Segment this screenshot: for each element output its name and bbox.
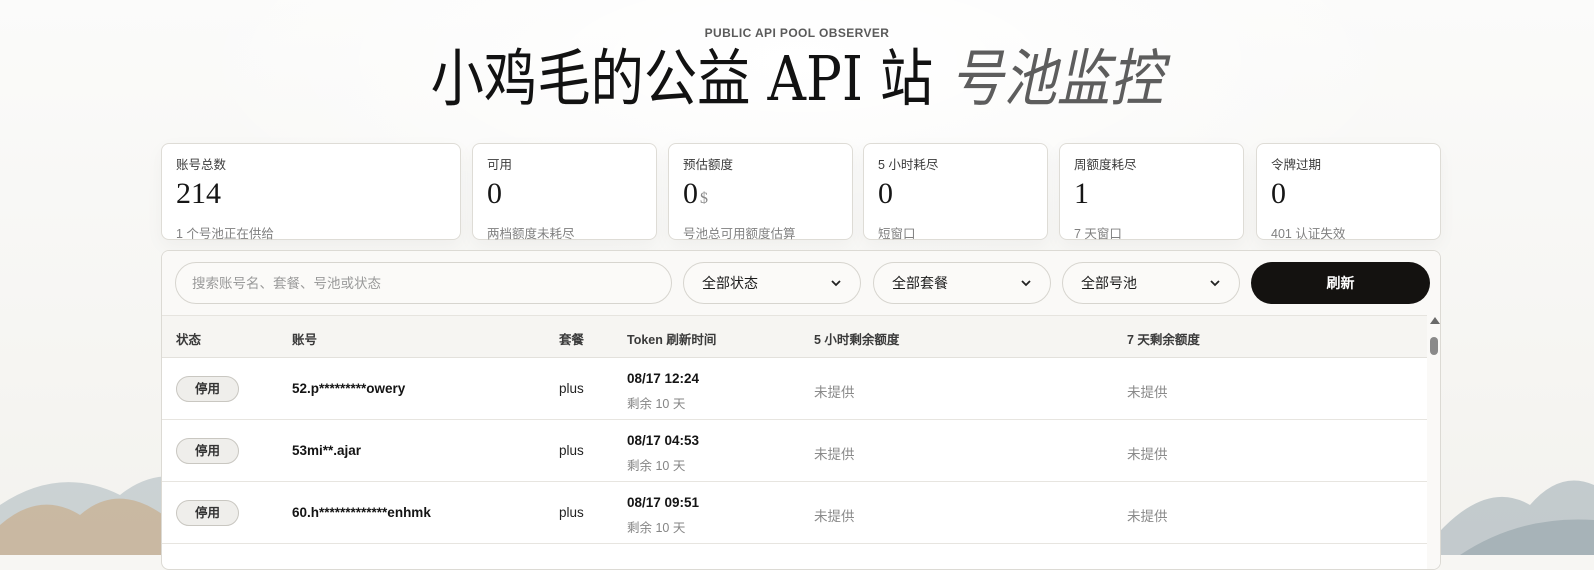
stat-desc: 7 天窗口 — [1074, 223, 1229, 242]
stat-card-5h-exhausted: 5 小时耗尽 0 短窗口 — [863, 143, 1048, 240]
stat-card-estimated-quota: 预估额度 0$ 号池总可用额度估算 — [668, 143, 853, 240]
token-refresh-time: 08/17 04:53 — [627, 433, 699, 448]
stat-label: 预估额度 — [683, 154, 838, 173]
stat-desc: 401 认证失效 — [1271, 223, 1426, 242]
stat-value: 0$ — [683, 179, 838, 214]
column-header-account[interactable]: 账号 — [292, 329, 317, 348]
plan-filter-select[interactable]: 全部套餐 — [873, 262, 1051, 304]
column-header-plan[interactable]: 套餐 — [559, 329, 584, 348]
table-row[interactable]: 停用 53mi**.ajar plus 08/17 04:53 剩余 10 天 … — [162, 420, 1427, 482]
quota-5h: 未提供 — [814, 443, 855, 463]
stat-card-weekly-exhausted: 周额度耗尽 1 7 天窗口 — [1059, 143, 1244, 240]
account-name: 53mi**.ajar — [292, 443, 361, 458]
chevron-down-icon — [1209, 277, 1221, 289]
stat-value: 0 — [878, 179, 1033, 214]
quota-5h: 未提供 — [814, 381, 855, 401]
pool-filter-value: 全部号池 — [1081, 273, 1137, 293]
stat-card-available: 可用 0 两档额度未耗尽 — [472, 143, 657, 240]
column-header-7d-quota[interactable]: 7 天剩余额度 — [1127, 329, 1200, 348]
token-remaining: 剩余 10 天 — [627, 517, 685, 536]
table-row[interactable]: 停用 60.h*************enhmk plus 08/17 09:… — [162, 482, 1427, 544]
stat-number: 0 — [487, 177, 502, 210]
filter-toolbar: 全部状态 全部套餐 全部号池 刷新 — [162, 251, 1441, 315]
stat-desc: 短窗口 — [878, 223, 1033, 242]
table-scrollbar[interactable] — [1427, 315, 1441, 570]
stat-label: 令牌过期 — [1271, 154, 1426, 173]
stat-label: 账号总数 — [176, 154, 446, 173]
stat-desc: 号池总可用额度估算 — [683, 223, 838, 242]
stat-label: 可用 — [487, 154, 642, 173]
plan-filter-value: 全部套餐 — [892, 273, 948, 293]
stat-number: 0 — [1271, 177, 1286, 210]
account-name: 52.p*********owery — [292, 381, 405, 396]
triangle-up-icon[interactable] — [1430, 317, 1440, 324]
status-filter-select[interactable]: 全部状态 — [683, 262, 861, 304]
stat-unit: $ — [700, 190, 708, 207]
stat-label: 5 小时耗尽 — [878, 154, 1033, 173]
stat-card-token-expired: 令牌过期 0 401 认证失效 — [1256, 143, 1441, 240]
stat-value: 1 — [1074, 179, 1229, 214]
page-title: 小鸡毛的公益 API 站 号池监控 — [112, 44, 1483, 114]
pool-filter-select[interactable]: 全部号池 — [1062, 262, 1240, 304]
page-header: PUBLIC API POOL OBSERVER 小鸡毛的公益 API 站 号池… — [0, 0, 1594, 114]
table-header: 状态 账号 套餐 Token 刷新时间 5 小时剩余额度 7 天剩余额度 — [162, 315, 1427, 358]
stat-label: 周额度耗尽 — [1074, 154, 1229, 173]
stat-number: 1 — [1074, 177, 1089, 210]
token-refresh-time: 08/17 09:51 — [627, 495, 699, 510]
status-badge: 停用 — [176, 376, 239, 402]
account-name: 60.h*************enhmk — [292, 505, 431, 520]
stat-value: 0 — [487, 179, 642, 214]
plan-name: plus — [559, 381, 584, 396]
stat-value: 0 — [1271, 179, 1426, 214]
quota-7d: 未提供 — [1127, 381, 1168, 401]
column-header-token-refresh[interactable]: Token 刷新时间 — [627, 329, 716, 348]
status-filter-value: 全部状态 — [702, 273, 758, 293]
scrollbar-thumb[interactable] — [1430, 337, 1438, 355]
column-header-status[interactable]: 状态 — [176, 329, 201, 348]
stat-desc: 1 个号池正在供给 — [176, 223, 446, 242]
quota-5h: 未提供 — [814, 505, 855, 525]
stat-desc: 两档额度未耗尽 — [487, 223, 642, 242]
page-title-main: 小鸡毛的公益 API 站 — [431, 42, 934, 115]
chevron-down-icon — [1020, 277, 1032, 289]
plan-name: plus — [559, 505, 584, 520]
quota-7d: 未提供 — [1127, 443, 1168, 463]
stat-number: 0 — [683, 177, 698, 210]
token-refresh-time: 08/17 12:24 — [627, 371, 699, 386]
stat-number: 214 — [176, 177, 221, 210]
status-badge: 停用 — [176, 438, 239, 464]
refresh-button[interactable]: 刷新 — [1251, 262, 1430, 304]
chevron-down-icon — [830, 277, 842, 289]
page-title-accent: 号池监控 — [950, 42, 1163, 115]
table-row[interactable]: 停用 52.p*********owery plus 08/17 12:24 剩… — [162, 358, 1427, 420]
token-remaining: 剩余 10 天 — [627, 393, 685, 412]
stat-value: 214 — [176, 179, 446, 214]
token-remaining: 剩余 10 天 — [627, 455, 685, 474]
accounts-panel: 全部状态 全部套餐 全部号池 刷新 状态 账号 套餐 Token 刷新时间 5 … — [161, 250, 1441, 570]
column-header-5h-quota[interactable]: 5 小时剩余额度 — [814, 329, 899, 348]
stats-row: 账号总数 214 1 个号池正在供给 可用 0 两档额度未耗尽 预估额度 0$ … — [161, 143, 1441, 240]
plan-name: plus — [559, 443, 584, 458]
stat-card-total-accounts: 账号总数 214 1 个号池正在供给 — [161, 143, 461, 240]
search-input[interactable] — [175, 262, 672, 304]
status-badge: 停用 — [176, 500, 239, 526]
quota-7d: 未提供 — [1127, 505, 1168, 525]
stat-number: 0 — [878, 177, 893, 210]
eyebrow-text: PUBLIC API POOL OBSERVER — [0, 26, 1594, 40]
